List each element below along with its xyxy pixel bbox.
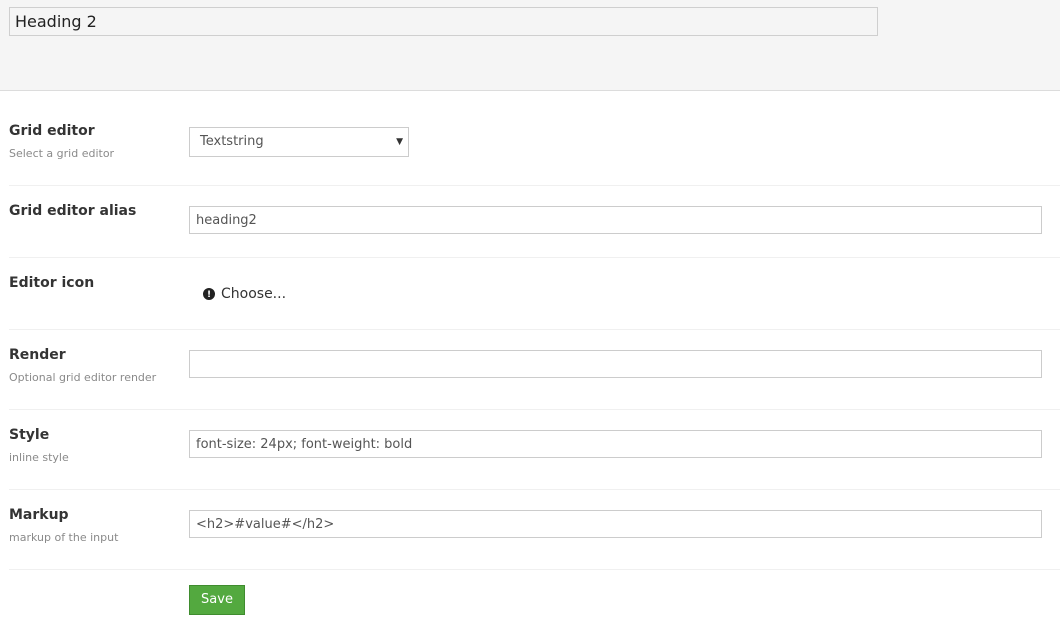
save-button[interactable]: Save <box>189 585 245 615</box>
grid-editor-alias-label: Grid editor alias <box>9 203 137 219</box>
grid-editor-field: Textstring ▼ <box>189 127 409 157</box>
chevron-down-icon: ▼ <box>396 137 403 147</box>
choose-icon-link[interactable]: ! Choose... <box>203 286 286 302</box>
markup-label: Markup <box>9 507 69 523</box>
style-description: inline style <box>9 451 69 464</box>
grid-editor-alias-field <box>189 206 1042 234</box>
choose-icon-label: Choose... <box>221 286 287 302</box>
render-field <box>189 350 1042 378</box>
info-icon: ! <box>203 288 215 300</box>
grid-editor-alias-row: Grid editor alias <box>9 186 1060 258</box>
markup-row: Markup markup of the input <box>9 490 1060 570</box>
style-label: Style <box>9 427 50 443</box>
grid-editor-description: Select a grid editor <box>9 147 115 160</box>
grid-editor-selected-value: Textstring <box>200 134 264 149</box>
style-field <box>189 430 1042 458</box>
editor-header <box>0 0 1060 91</box>
markup-description: markup of the input <box>9 531 119 544</box>
style-input[interactable] <box>189 430 1042 458</box>
grid-editor-settings-form: Grid editor Select a grid editor Textstr… <box>9 91 1060 640</box>
grid-editor-alias-input[interactable] <box>189 206 1042 234</box>
grid-editor-select[interactable]: Textstring ▼ <box>189 127 409 157</box>
grid-editor-row: Grid editor Select a grid editor Textstr… <box>9 91 1060 186</box>
editor-icon-field: ! Choose... <box>203 286 286 302</box>
markup-field <box>189 510 1042 538</box>
render-input[interactable] <box>189 350 1042 378</box>
grid-editor-name-input[interactable] <box>9 7 878 36</box>
render-description: Optional grid editor render <box>9 371 157 384</box>
grid-editor-label: Grid editor <box>9 123 95 139</box>
render-row: Render Optional grid editor render <box>9 330 1060 410</box>
markup-input[interactable] <box>189 510 1042 538</box>
editor-icon-label: Editor icon <box>9 275 95 291</box>
render-label: Render <box>9 347 66 363</box>
actions-row: Save <box>9 570 1060 640</box>
style-row: Style inline style <box>9 410 1060 490</box>
editor-icon-row: Editor icon ! Choose... <box>9 258 1060 330</box>
